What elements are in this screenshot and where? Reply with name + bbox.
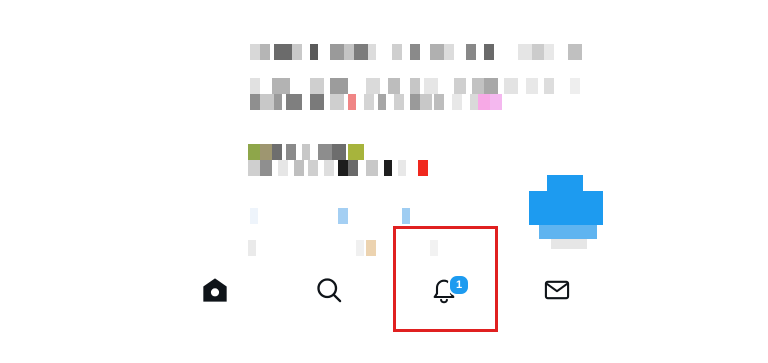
tab-notifications[interactable]: 1 [424,272,470,312]
blurred-text-line [246,44,586,60]
avatar[interactable] [529,175,603,249]
tab-messages[interactable] [537,272,577,312]
search-icon [315,276,343,309]
mail-icon [543,276,571,309]
blurred-text-line [246,94,586,110]
blurred-text-line [246,160,586,176]
blurred-text-line [246,78,586,94]
tab-search[interactable] [309,272,349,312]
bottom-tab-bar: 1 [0,262,768,322]
notification-count-badge: 1 [448,274,470,296]
blurred-text-line [246,144,586,160]
home-icon [201,276,229,309]
tab-home[interactable] [195,272,235,312]
